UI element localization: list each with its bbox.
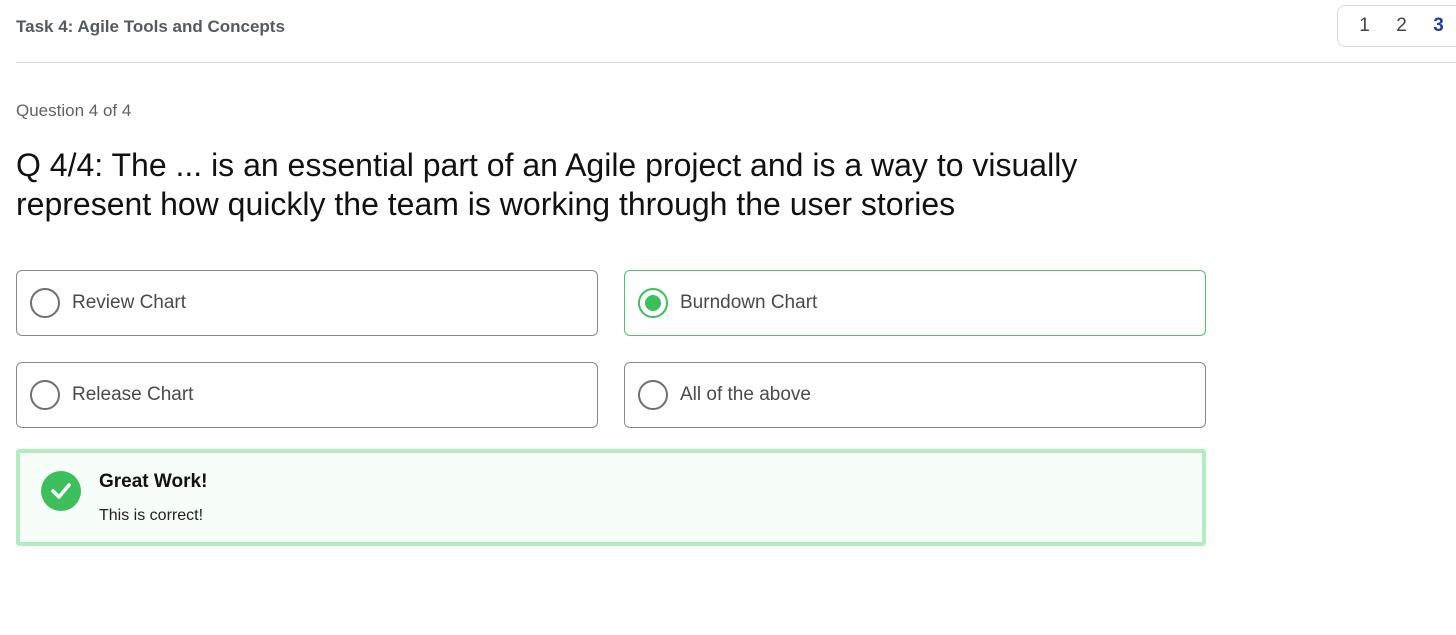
option-release-chart[interactable]: Release Chart xyxy=(16,362,598,428)
feedback-message: This is correct! xyxy=(99,507,204,524)
page-2-button[interactable]: 2 xyxy=(1383,15,1420,37)
task-title: Task 4: Agile Tools and Concepts xyxy=(16,17,285,36)
page-1-button[interactable]: 1 xyxy=(1346,15,1383,37)
option-label: All of the above xyxy=(680,384,811,405)
option-all-of-the-above[interactable]: All of the above xyxy=(624,362,1206,428)
radio-unchecked-icon[interactable] xyxy=(638,380,668,410)
option-burndown-chart[interactable]: Burndown Chart xyxy=(624,270,1206,336)
option-label: Burndown Chart xyxy=(680,292,818,313)
option-label: Release Chart xyxy=(72,384,194,405)
question-text: Q 4/4: The ... is an essential part of a… xyxy=(16,147,1078,222)
check-circle-icon xyxy=(41,471,81,511)
option-label: Review Chart xyxy=(72,292,187,313)
page-3-button[interactable]: 3 xyxy=(1420,15,1456,37)
option-review-chart[interactable]: Review Chart xyxy=(16,270,598,336)
feedback-title: Great Work! xyxy=(99,471,208,492)
radio-unchecked-icon[interactable] xyxy=(30,288,60,318)
question-pagination: 1 2 3 xyxy=(1337,5,1456,47)
feedback-panel: Great Work! This is correct! xyxy=(16,449,1206,546)
radio-checked-icon[interactable] xyxy=(638,288,668,318)
radio-unchecked-icon[interactable] xyxy=(30,380,60,410)
header: Task 4: Agile Tools and Concepts xyxy=(16,0,1456,63)
question-counter: Question 4 of 4 xyxy=(16,101,132,120)
quiz-page: Task 4: Agile Tools and Concepts 1 2 3 Q… xyxy=(0,0,1456,635)
